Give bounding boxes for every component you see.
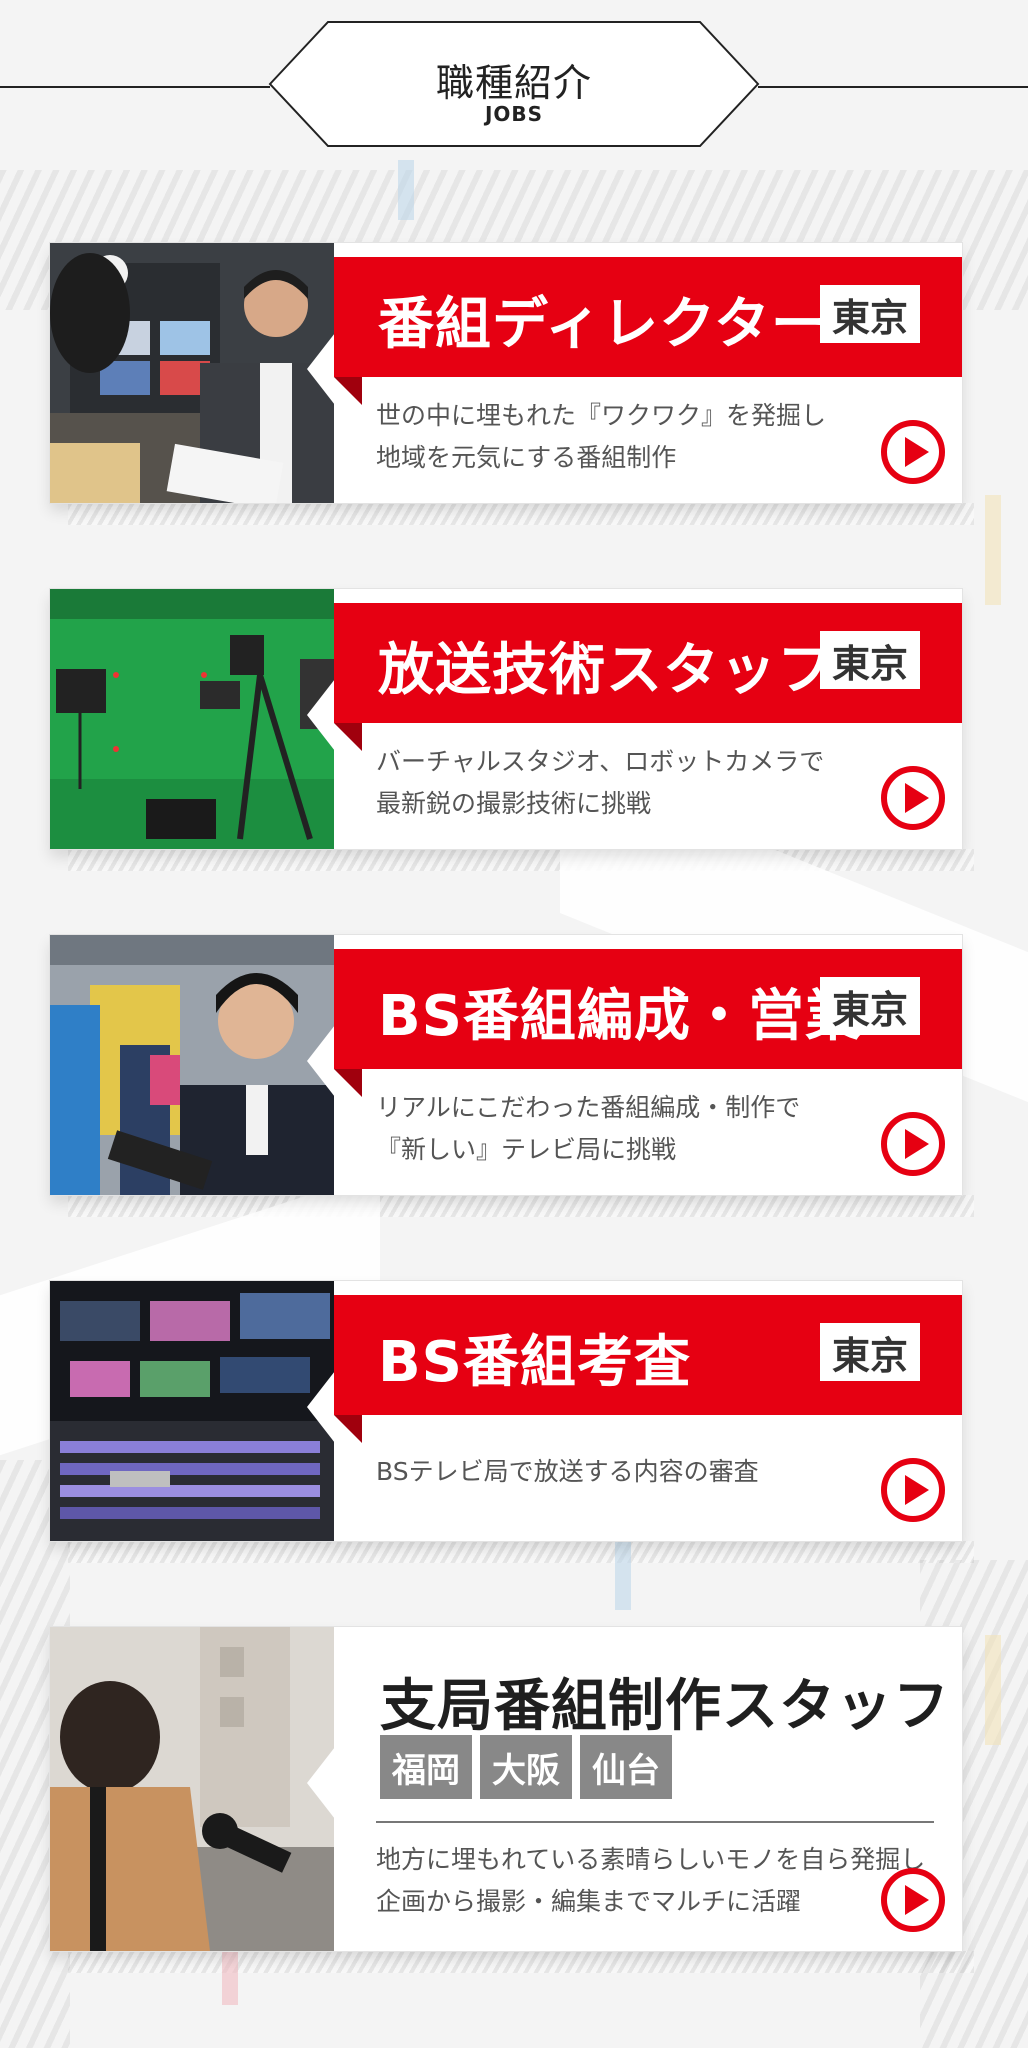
location-badge: 東京 bbox=[820, 631, 920, 689]
play-icon[interactable] bbox=[880, 419, 946, 485]
location-badge: 大阪 bbox=[480, 1735, 572, 1799]
job-title: 放送技術スタッフ bbox=[378, 638, 834, 703]
job-title-banner: BS番組考査 東京 bbox=[334, 1295, 962, 1443]
job-title-banner: 放送技術スタッフ 東京 bbox=[334, 603, 962, 751]
job-description: リアルにこだわった番組編成・制作で 『新しい』テレビ局に挑戦 bbox=[376, 1093, 801, 1164]
heading-title-jp: 職種紹介 bbox=[435, 61, 592, 105]
job-description: 世の中に埋もれた『ワクワク』を発掘し 地域を元気にする番組制作 bbox=[376, 401, 827, 472]
location-badge: 東京 bbox=[820, 977, 920, 1035]
job-title: 番組ディレクター bbox=[378, 292, 828, 357]
location-badge: 仙台 bbox=[580, 1735, 672, 1799]
background-accent bbox=[985, 1635, 1001, 1745]
location-badge: 東京 bbox=[820, 285, 920, 343]
background-accent bbox=[398, 160, 414, 220]
job-description: 地方に埋もれている素晴らしいモノを自ら発掘し 企画から撮影・編集までマルチに活躍 bbox=[376, 1845, 926, 1916]
job-card-bs-programming-sales[interactable]: BS番組編成・営業 東京 リアルにこだわった番組編成・制作で 『新しい』テレビ局… bbox=[50, 935, 974, 1217]
job-title: 支局番組制作スタッフ bbox=[380, 1674, 950, 1739]
background-accent bbox=[985, 495, 1001, 605]
job-description: BSテレビ局で放送する内容の審査 bbox=[376, 1457, 759, 1486]
job-card-broadcast-tech[interactable]: 放送技術スタッフ 東京 バーチャルスタジオ、ロボットカメラで 最新鋭の撮影技術に… bbox=[50, 589, 974, 871]
job-title: BS番組編成・営業 bbox=[378, 984, 863, 1049]
job-card-bs-review[interactable]: BS番組考査 東京 BSテレビ局で放送する内容の審査 bbox=[50, 1281, 974, 1563]
location-badge: 東京 bbox=[820, 1323, 920, 1381]
job-title-banner: BS番組編成・営業 東京 bbox=[334, 949, 962, 1097]
background-accent bbox=[615, 1540, 631, 1610]
job-description: バーチャルスタジオ、ロボットカメラで 最新鋭の撮影技術に挑戦 bbox=[376, 747, 825, 818]
location-badges: 福岡 大阪 仙台 bbox=[380, 1735, 672, 1799]
location-badge: 福岡 bbox=[380, 1735, 472, 1799]
play-icon[interactable] bbox=[880, 1111, 946, 1177]
play-icon[interactable] bbox=[880, 765, 946, 831]
job-photo-bs-programming-sales bbox=[50, 935, 334, 1195]
job-photo-broadcast-tech bbox=[50, 589, 334, 849]
job-photo-bs-review bbox=[50, 1281, 334, 1541]
job-photo-director bbox=[50, 243, 334, 503]
background-accent bbox=[222, 1945, 238, 2005]
section-heading: 職種紹介 JOBS bbox=[0, 0, 1028, 160]
play-icon[interactable] bbox=[880, 1457, 946, 1523]
job-title: BS番組考査 bbox=[378, 1330, 692, 1395]
play-icon[interactable] bbox=[880, 1867, 946, 1933]
divider bbox=[376, 1821, 934, 1823]
job-card-director[interactable]: 番組ディレクター 東京 世の中に埋もれた『ワクワク』を発掘し 地域を元気にする番… bbox=[50, 243, 974, 525]
job-photo-bureau-production bbox=[50, 1627, 334, 1951]
job-card-bureau-production[interactable]: 支局番組制作スタッフ 福岡 大阪 仙台 地方に埋もれている素晴らしいモノを自ら発… bbox=[50, 1627, 974, 1973]
job-title-banner: 番組ディレクター 東京 bbox=[334, 257, 962, 405]
heading-title-en: JOBS bbox=[484, 102, 544, 126]
